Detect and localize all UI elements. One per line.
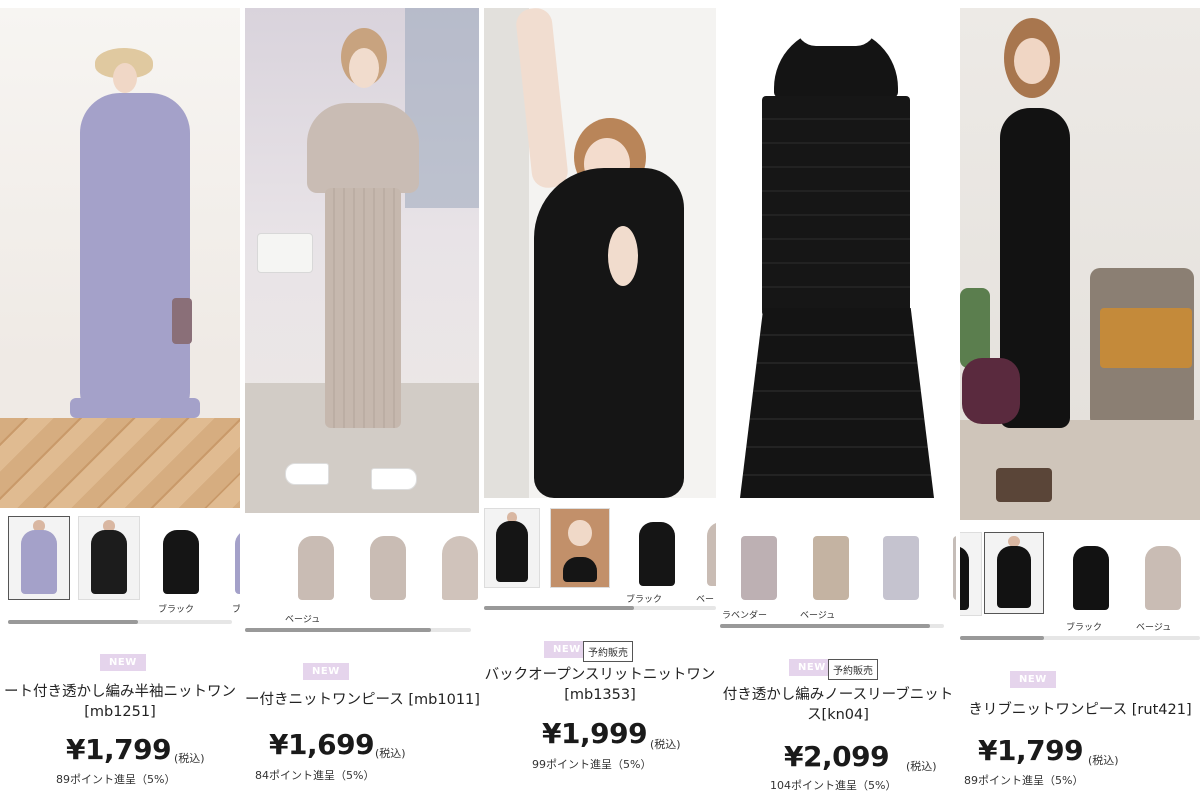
product-code: [mb1251]: [84, 704, 156, 720]
product-code: ス[kn04]: [807, 707, 869, 723]
product-price: ¥1,799: [978, 734, 1084, 767]
color-label: ブ: [232, 605, 240, 615]
product-price: ¥1,699: [269, 728, 375, 761]
product-name[interactable]: ー付きニットワンピース [mb1011]: [245, 691, 479, 710]
color-label: ブラック: [1066, 623, 1103, 633]
color-label: ベー: [696, 595, 715, 605]
thumbnail[interactable]: [150, 516, 212, 600]
thumbnail-strip[interactable]: ラベンダー ベージュ: [720, 522, 956, 621]
points-label: 89ポイント進呈（5%）: [56, 773, 176, 786]
tax-label: (税込): [174, 752, 205, 765]
color-label: ベージュ: [285, 615, 321, 625]
thumbnail-strip[interactable]: ブラック ブ: [0, 516, 240, 615]
thumbnail[interactable]: [78, 516, 140, 600]
thumbnail[interactable]: [694, 508, 716, 592]
tax-label: (税込): [375, 747, 406, 760]
preorder-badge: 予約販売: [828, 659, 878, 680]
thumbnail[interactable]: [940, 522, 956, 606]
thumbnail[interactable]: [870, 522, 932, 606]
tax-label: (税込): [650, 738, 681, 751]
thumbnail[interactable]: [222, 516, 240, 600]
thumbnail-scrollbar[interactable]: [484, 606, 716, 610]
points-label: 104ポイント進呈（5%）: [770, 779, 897, 792]
thumbnail[interactable]: [429, 522, 479, 606]
thumbnail[interactable]: [550, 508, 610, 588]
product-card-2[interactable]: ベージュ NEW ー付きニットワンピース [mb1011] ¥1,699 (税込…: [245, 0, 479, 800]
thumbnail[interactable]: [960, 532, 982, 616]
points-label: 84ポイント進呈（5%）: [255, 769, 375, 782]
product-card-4[interactable]: ラベンダー ベージュ NEW 予約販売 付き透かし編みノースリーブニット ス[k…: [720, 0, 956, 800]
thumbnail[interactable]: [800, 522, 862, 606]
product-price: ¥1,999: [542, 717, 648, 750]
thumbnail-scrollbar[interactable]: [8, 620, 232, 624]
product-name[interactable]: きリブニットワンピース [rut421]: [960, 701, 1200, 720]
product-card-3[interactable]: ブラック ベー NEW 予約販売 バックオープンスリットニットワン [mb135…: [484, 0, 716, 800]
product-name[interactable]: ート付き透かし編み半袖ニットワン: [0, 683, 240, 702]
tax-label: (税込): [906, 760, 937, 773]
thumbnail-scrollbar[interactable]: [960, 636, 1200, 640]
thumbnail[interactable]: [984, 532, 1044, 614]
thumbnail[interactable]: [8, 516, 70, 600]
thumbnail[interactable]: [245, 522, 257, 606]
product-price: ¥1,799: [66, 733, 172, 766]
product-image[interactable]: [960, 8, 1200, 520]
thumbnail[interactable]: [285, 522, 347, 606]
product-image[interactable]: [720, 8, 956, 513]
product-name[interactable]: 付き透かし編みノースリーブニット: [720, 686, 956, 705]
thumbnail[interactable]: [1060, 532, 1122, 616]
product-image[interactable]: [245, 8, 479, 513]
product-code: [mb1353]: [564, 687, 636, 703]
color-label: ブラック: [158, 605, 195, 615]
product-card-1[interactable]: ブラック ブ NEW ート付き透かし編み半袖ニットワン [mb1251] ¥1,…: [0, 0, 240, 800]
product-image[interactable]: [484, 8, 716, 498]
thumbnail-scrollbar[interactable]: [720, 624, 944, 628]
points-label: 99ポイント進呈（5%）: [532, 758, 652, 771]
preorder-badge: 予約販売: [583, 641, 633, 662]
tax-label: (税込): [1088, 754, 1119, 767]
color-label: ラベンダー: [722, 611, 768, 621]
thumbnail[interactable]: [728, 522, 790, 606]
thumbnail-strip[interactable]: ブラック ベージュ: [960, 532, 1200, 633]
color-label: ベージュ: [1136, 623, 1172, 633]
product-image[interactable]: [0, 8, 240, 508]
color-label: ベージュ: [800, 611, 836, 621]
product-card-5[interactable]: ブラック ベージュ NEW きリブニットワンピース [rut421] ¥1,79…: [960, 0, 1200, 800]
product-price: ¥2,099: [784, 740, 890, 773]
thumbnail-strip[interactable]: ブラック ベー: [484, 508, 716, 605]
points-label: 89ポイント進呈（5%）: [964, 774, 1084, 787]
thumbnail[interactable]: [484, 508, 540, 588]
thumbnail-strip[interactable]: ベージュ: [245, 522, 479, 625]
new-badge: NEW: [303, 663, 349, 680]
thumbnail[interactable]: [1132, 532, 1194, 616]
product-name[interactable]: バックオープンスリットニットワン: [484, 666, 716, 685]
new-badge: NEW: [1010, 671, 1056, 688]
new-badge: NEW: [100, 654, 146, 671]
thumbnail-scrollbar[interactable]: [245, 628, 471, 632]
thumbnail[interactable]: [357, 522, 419, 606]
thumbnail[interactable]: [626, 508, 688, 592]
color-label: ブラック: [626, 595, 663, 605]
